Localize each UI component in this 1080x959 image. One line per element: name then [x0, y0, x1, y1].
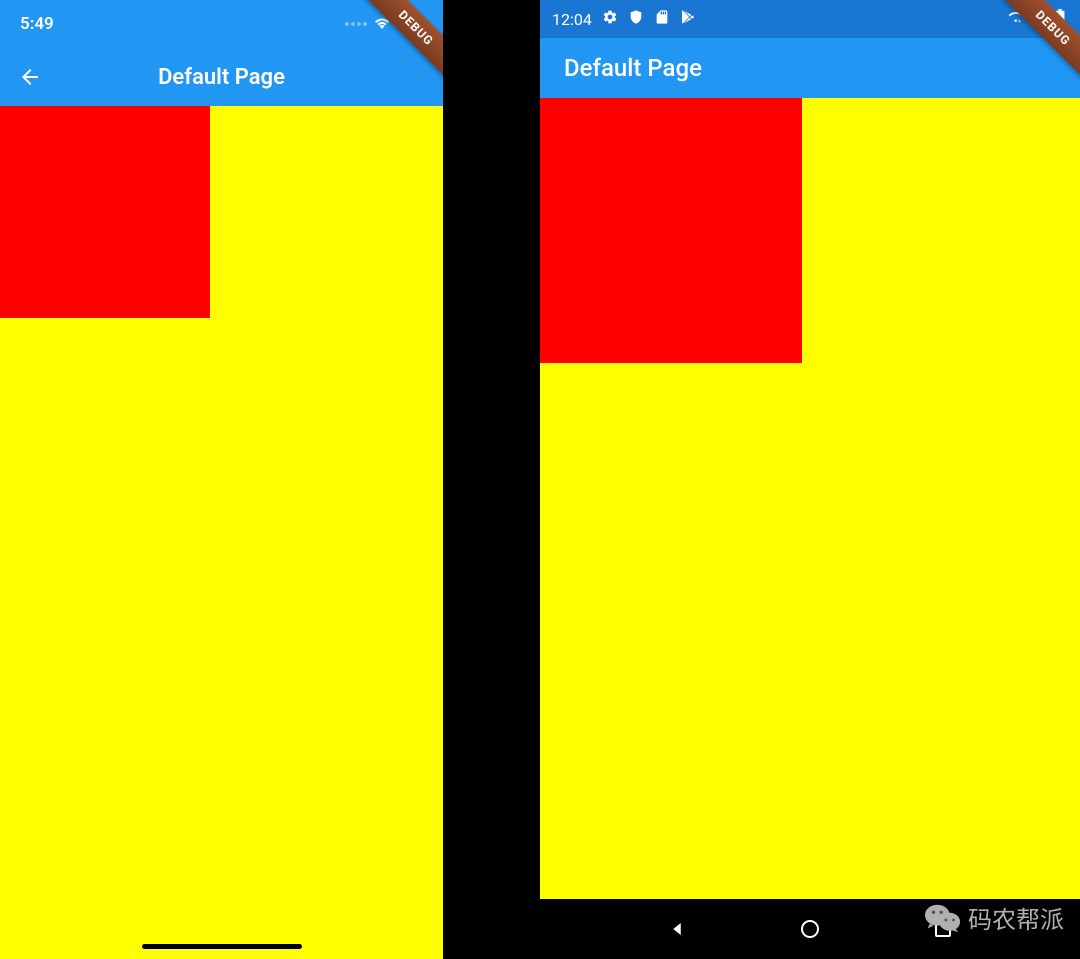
android-status-bar: 12:04 ✕ — [540, 0, 1080, 38]
home-indicator[interactable] — [142, 944, 302, 949]
red-container — [0, 106, 210, 318]
sd-card-icon — [654, 9, 670, 29]
ios-page-body — [0, 106, 443, 959]
ios-device-frame: 5:49 Default Page DE — [0, 0, 443, 959]
nav-back-button[interactable] — [666, 918, 688, 940]
play-store-icon — [680, 9, 696, 29]
watermark-text: 码农帮派 — [968, 900, 1064, 935]
red-container — [540, 98, 802, 363]
android-app-bar: Default Page — [540, 38, 1080, 98]
gap-divider — [443, 0, 540, 959]
android-device-frame: 12:04 ✕ — [540, 0, 1080, 959]
ios-app-bar: Default Page — [0, 48, 443, 106]
android-time-label: 12:04 — [552, 10, 592, 29]
cellular-signal-icon — [345, 22, 367, 26]
android-page-title: Default Page — [564, 54, 702, 82]
screenshot-comparison: 5:49 Default Page DE — [0, 0, 1080, 959]
watermark: 码农帮派 — [924, 900, 1064, 935]
android-page-body — [540, 98, 1080, 899]
android-status-left: 12:04 — [552, 9, 696, 29]
svg-text:✕: ✕ — [1018, 20, 1021, 24]
shield-icon — [628, 9, 644, 29]
wechat-icon — [924, 901, 962, 935]
gear-icon — [602, 9, 618, 29]
nav-home-button[interactable] — [799, 918, 821, 940]
ios-page-title: Default Page — [0, 65, 443, 90]
ios-time-label: 5:49 — [20, 14, 54, 34]
back-button[interactable] — [10, 65, 50, 89]
